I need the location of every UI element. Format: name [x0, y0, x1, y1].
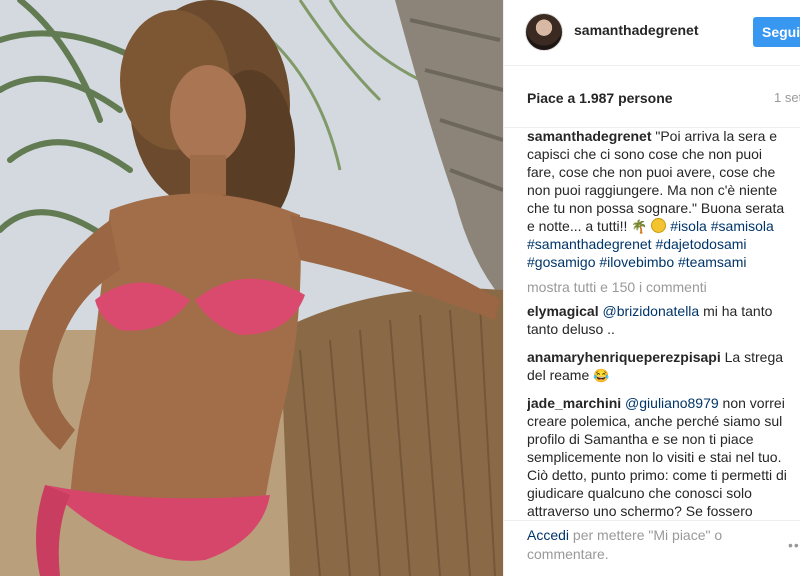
hashtag-link[interactable]: #isola	[670, 218, 707, 234]
likes-row: Piace a 1.987 persone 1 set	[504, 66, 800, 128]
header-username-link[interactable]: samanthadegrenet	[574, 22, 698, 38]
hashtag-link[interactable]: #ilovebimbo	[599, 254, 674, 270]
palm-tree-emoji-icon: 🌴	[631, 219, 648, 234]
mention-link[interactable]: @brizidonatella	[603, 303, 700, 319]
follow-button[interactable]: Segui	[753, 17, 800, 47]
comment-username-link[interactable]: anamaryhenriqueperezpisapi	[527, 349, 721, 365]
hashtag-link[interactable]: #dajetodosami	[655, 236, 746, 252]
hashtag-link[interactable]: #samanthadegrenet	[527, 236, 652, 252]
hashtag-link[interactable]: #teamsami	[678, 254, 746, 270]
laughing-face-emoji-icon: 😂	[593, 368, 610, 383]
comment-item: anamaryhenriqueperezpisapi La strega del…	[527, 348, 793, 384]
more-options-icon[interactable]: •••	[788, 537, 800, 553]
comment-username-link[interactable]: elymagical	[527, 303, 599, 319]
hashtag-link[interactable]: #samisola	[711, 218, 774, 234]
post-header: samanthadegrenet Segui	[504, 0, 800, 66]
avatar[interactable]	[525, 13, 563, 51]
smiling-face-emoji-icon	[651, 218, 667, 233]
caption-username-link[interactable]: samanthadegrenet	[527, 128, 651, 144]
load-more-comments-link[interactable]: mostra tutti e 150 i commenti	[527, 278, 793, 296]
post-sidebar: samanthadegrenet Segui Piace a 1.987 per…	[503, 0, 800, 576]
comments-list[interactable]: samanthadegrenet "Poi arriva la sera e c…	[527, 128, 793, 520]
post-photo[interactable]	[0, 0, 503, 576]
hashtag-link[interactable]: #gosamigo	[527, 254, 596, 270]
post-footer: Accedi per mettere "Mi piace" o commenta…	[504, 520, 800, 576]
post-photo-illustration	[0, 0, 503, 576]
login-prompt: Accedi per mettere "Mi piace" o commenta…	[527, 526, 777, 564]
comment-text: non vorrei creare polemica, anche perché…	[527, 395, 787, 519]
post-date[interactable]: 1 set	[774, 90, 800, 105]
caption: samanthadegrenet "Poi arriva la sera e c…	[527, 128, 793, 271]
comment-username-link[interactable]: jade_marchini	[527, 395, 621, 411]
likes-count[interactable]: Piace a 1.987 persone	[527, 90, 673, 106]
login-link[interactable]: Accedi	[527, 527, 569, 543]
comment-item: elymagical @brizidonatella mi ha tanto t…	[527, 302, 793, 338]
comment-item: jade_marchini @giuliano8979 non vorrei c…	[527, 394, 793, 520]
mention-link[interactable]: @giuliano8979	[625, 395, 719, 411]
